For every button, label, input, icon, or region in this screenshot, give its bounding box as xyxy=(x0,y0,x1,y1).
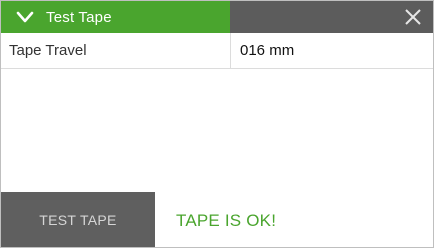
tape-travel-label: Tape Travel xyxy=(9,42,87,59)
row-divider xyxy=(230,33,231,68)
tape-status-message: TAPE IS OK! xyxy=(176,211,277,230)
chevron-down-icon[interactable] xyxy=(16,11,34,23)
test-tape-panel: Test Tape Tape Travel 016 mm TEST TAPE T… xyxy=(0,0,434,248)
tape-travel-row: Tape Travel 016 mm xyxy=(1,33,433,69)
panel-header: Test Tape xyxy=(1,1,433,33)
test-tape-button[interactable]: TEST TAPE xyxy=(1,192,155,247)
tape-travel-value: 016 mm xyxy=(240,42,295,59)
close-button[interactable] xyxy=(393,1,433,33)
panel-header-tab[interactable]: Test Tape xyxy=(1,1,230,33)
panel-title: Test Tape xyxy=(46,8,112,26)
close-icon[interactable] xyxy=(403,7,423,27)
